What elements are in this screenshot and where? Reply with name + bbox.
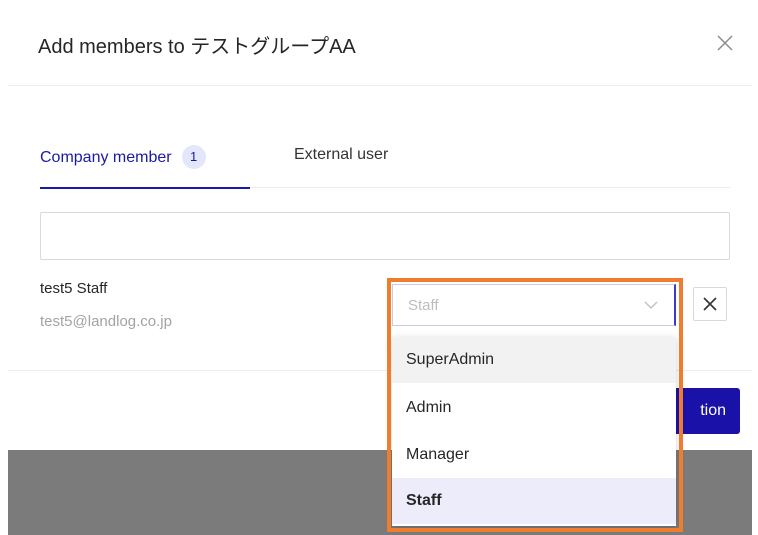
role-option-admin[interactable]: Admin [392,385,676,431]
role-select-value: Staff [408,297,439,314]
tab-external-user-label: External user [294,146,389,163]
remove-member-button[interactable] [693,287,727,321]
modal-header: Add members to テストグループAA [8,0,752,86]
tab-company-member[interactable]: Company member 1 [40,145,250,189]
member-type-tabs: Company member 1 External user [40,140,730,189]
modal-title: Add members to テストグループAA [38,36,356,58]
submit-button-label: tion [700,402,726,419]
backdrop-edge-left [0,450,8,535]
close-icon[interactable] [714,32,736,54]
role-option-staff[interactable]: Staff [392,478,676,524]
role-select[interactable]: Staff [392,284,676,326]
remove-icon [703,297,717,311]
role-dropdown-menu: SuperAdmin Admin Manager Staff [392,337,676,526]
role-option-superadmin[interactable]: SuperAdmin [392,337,676,383]
member-email: test5@landlog.co.jp [40,313,172,330]
chevron-down-icon [644,301,658,309]
tab-count-badge: 1 [181,145,206,169]
member-search-input[interactable] [40,212,730,260]
member-name: test5 Staff [40,280,108,297]
role-option-manager[interactable]: Manager [392,432,676,478]
backdrop-edge-right [752,450,758,535]
tab-company-member-label: Company member [40,149,172,167]
tab-external-user[interactable]: External user [294,146,388,187]
